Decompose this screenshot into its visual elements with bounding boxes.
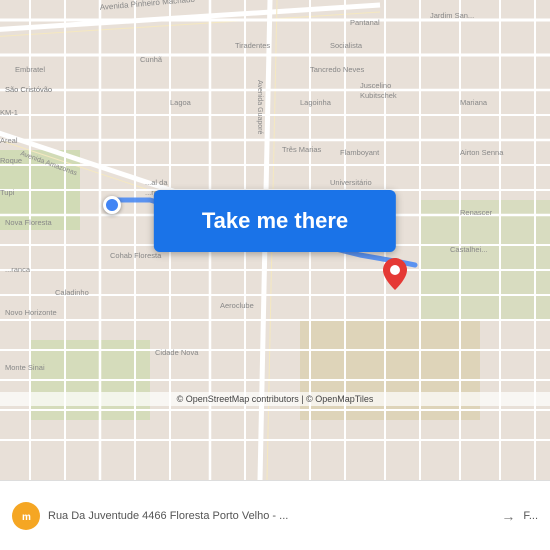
- svg-text:Roque: Roque: [0, 156, 22, 165]
- svg-text:Nova Floresta: Nova Floresta: [5, 218, 53, 227]
- svg-text:Castalhei...: Castalhei...: [450, 245, 488, 254]
- origin-label: Rua Da Juventude 4466 Floresta Porto Vel…: [48, 510, 493, 522]
- svg-text:Kubitschek: Kubitschek: [360, 91, 397, 100]
- svg-text:Avenida Guaporé: Avenida Guaporé: [256, 80, 263, 134]
- svg-text:Mariana: Mariana: [460, 98, 488, 107]
- svg-text:Monte Sinai: Monte Sinai: [5, 363, 45, 372]
- svg-text:Cunhã: Cunhã: [140, 55, 163, 64]
- svg-text:Cohab Floresta: Cohab Floresta: [110, 251, 162, 260]
- destination-label: F...: [523, 510, 538, 522]
- map-attribution: © OpenStreetMap contributors | © OpenMap…: [0, 392, 550, 406]
- svg-text:Airton Senna: Airton Senna: [460, 148, 504, 157]
- svg-text:Caladinho: Caladinho: [55, 288, 89, 297]
- moovit-icon: m: [12, 502, 40, 530]
- svg-text:Embratel: Embratel: [15, 65, 45, 74]
- moovit-logo: m: [12, 502, 40, 530]
- svg-text:Lagoa: Lagoa: [170, 98, 192, 107]
- svg-text:Juscelino: Juscelino: [360, 81, 391, 90]
- svg-text:Pantanal: Pantanal: [350, 18, 380, 27]
- destination-marker: [383, 258, 407, 290]
- svg-text:Renascer: Renascer: [460, 208, 493, 217]
- svg-text:Novo Horizonte: Novo Horizonte: [5, 308, 57, 317]
- svg-text:Universitário: Universitário: [330, 178, 372, 187]
- svg-text:Socialista: Socialista: [330, 41, 363, 50]
- svg-text:Lagoinha: Lagoinha: [300, 98, 332, 107]
- svg-text:Tiradentes: Tiradentes: [235, 41, 270, 50]
- origin-marker: [103, 196, 121, 214]
- svg-text:Flamboyant: Flamboyant: [340, 148, 380, 157]
- arrow-icon: →: [501, 508, 515, 524]
- svg-text:Cidade Nova: Cidade Nova: [155, 348, 199, 357]
- svg-text:...al da: ...al da: [145, 178, 168, 187]
- svg-text:Tupi: Tupi: [0, 188, 15, 197]
- take-me-there-button[interactable]: Take me there: [154, 190, 396, 252]
- svg-text:Três Marias: Três Marias: [282, 145, 322, 154]
- svg-text:...ranca: ...ranca: [5, 265, 31, 274]
- svg-text:São Cristóvão: São Cristóvão: [5, 85, 52, 94]
- map-container: Avenida Pinheiro Machado Avenida Amazona…: [0, 0, 550, 480]
- svg-text:Areal: Areal: [0, 136, 18, 145]
- svg-text:Tancredo Neves: Tancredo Neves: [310, 65, 364, 74]
- svg-text:m: m: [22, 512, 31, 523]
- route-info: Rua Da Juventude 4466 Floresta Porto Vel…: [48, 510, 493, 522]
- bottom-bar: m Rua Da Juventude 4466 Floresta Porto V…: [0, 480, 550, 550]
- svg-text:Aeroclube: Aeroclube: [220, 301, 254, 310]
- svg-text:Jardim San...: Jardim San...: [430, 11, 474, 20]
- svg-text:KM-1: KM-1: [0, 108, 18, 117]
